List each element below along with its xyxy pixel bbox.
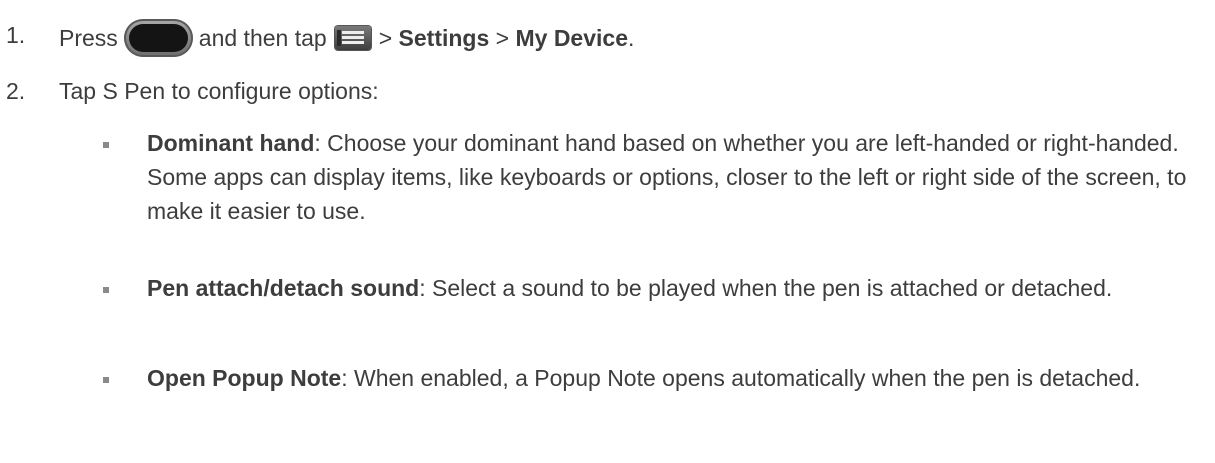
step-number: 1. [6, 22, 26, 48]
my-device-label: My Device [515, 25, 628, 51]
separator: > [378, 25, 393, 51]
press-text: Press [59, 25, 118, 51]
period: . [628, 25, 635, 51]
menu-lines-icon [341, 31, 364, 45]
option-description: : Select a sound to be played when the p… [419, 275, 1113, 301]
step-1-text: Press and then tap > Settings > My Devic… [59, 18, 634, 58]
settings-label: Settings [398, 25, 490, 51]
separator: > [495, 25, 510, 51]
home-key-icon [123, 19, 193, 57]
step-2-text: Tap S Pen to configure options: [59, 78, 379, 104]
and-then-tap-text: and then tap [198, 25, 327, 51]
option-description: : When enabled, a Popup Note opens autom… [341, 365, 1141, 391]
menu-key-tab-icon [336, 30, 341, 46]
option-pen-attach-detach-sound: Pen attach/detach sound: Select a sound … [147, 271, 1207, 305]
option-dominant-hand: Dominant hand: Choose your dominant hand… [147, 126, 1207, 228]
option-title: Open Popup Note [147, 365, 342, 391]
bullet-icon [103, 287, 109, 293]
option-open-popup-note: Open Popup Note: When enabled, a Popup N… [147, 361, 1207, 395]
option-title: Dominant hand [147, 130, 315, 156]
bullet-icon [103, 377, 109, 383]
step-number: 2. [6, 78, 26, 104]
option-title: Pen attach/detach sound [147, 275, 420, 301]
menu-key-icon [334, 26, 371, 50]
bullet-icon [103, 142, 109, 148]
